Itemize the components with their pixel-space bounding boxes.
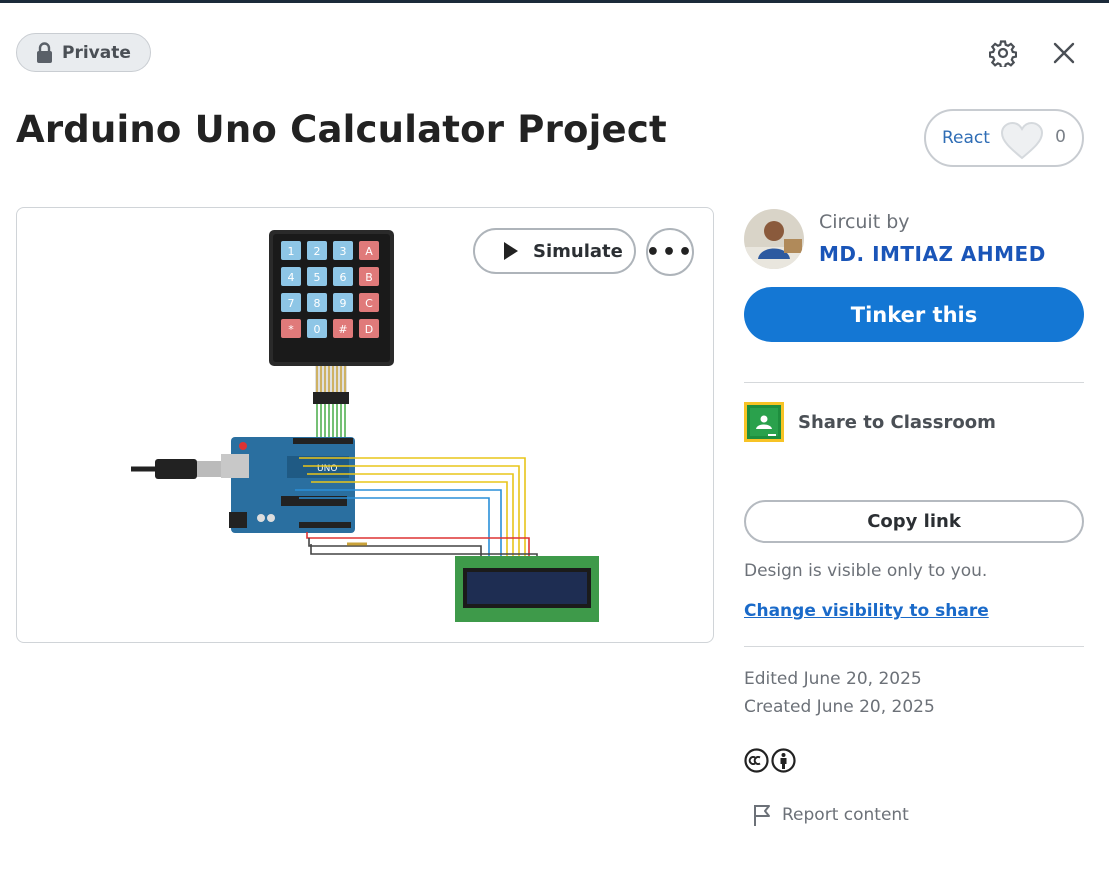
change-visibility-link[interactable]: Change visibility to share xyxy=(744,601,989,621)
keypad-key-label: 3 xyxy=(340,245,347,258)
tinker-this-button[interactable]: Tinker this xyxy=(744,287,1084,342)
react-button[interactable]: React 0 xyxy=(924,109,1084,167)
settings-button[interactable] xyxy=(986,36,1020,70)
keypad-key-label: 5 xyxy=(314,271,321,284)
circuit-by-label: Circuit by xyxy=(819,211,910,233)
keypad-key-label: # xyxy=(338,323,347,336)
visibility-note: Design is visible only to you. xyxy=(744,561,988,581)
more-icon: ••• xyxy=(645,239,695,265)
flag-icon xyxy=(754,805,770,826)
keypad-ribbon xyxy=(313,366,349,440)
keypad-key-label: C xyxy=(365,297,373,310)
keypad-key-label: 9 xyxy=(340,297,347,310)
creative-commons-icon xyxy=(744,748,769,773)
report-content-button[interactable]: Report content xyxy=(752,803,909,827)
avatar-image xyxy=(744,209,804,269)
close-button[interactable] xyxy=(1047,36,1081,70)
keypad-key-label: 7 xyxy=(288,297,295,310)
lcd-display xyxy=(455,556,599,622)
keypad: 1 2 3 A 4 5 6 B 7 8 9 C * 0 # D xyxy=(269,230,394,366)
usb-cable xyxy=(131,459,221,479)
keypad-key-label: * xyxy=(288,323,294,336)
attribution-icon xyxy=(771,748,796,773)
react-count: 0 xyxy=(1055,127,1066,147)
arduino-board: UNO xyxy=(221,437,355,533)
avatar[interactable] xyxy=(744,209,804,269)
play-icon xyxy=(504,242,518,260)
divider xyxy=(744,382,1084,383)
keypad-key-label: B xyxy=(365,271,373,284)
simulate-button[interactable]: Simulate xyxy=(473,228,636,274)
divider xyxy=(744,646,1084,647)
close-icon xyxy=(1053,42,1075,64)
share-to-classroom-label: Share to Classroom xyxy=(798,411,996,433)
share-to-classroom-button[interactable]: Share to Classroom xyxy=(744,402,996,442)
keypad-key-label: 8 xyxy=(314,297,321,310)
report-content-label: Report content xyxy=(782,805,909,825)
privacy-badge[interactable]: Private xyxy=(16,33,151,72)
created-date: Created June 20, 2025 xyxy=(744,697,935,717)
keypad-key-label: 2 xyxy=(314,245,321,258)
circuit-canvas[interactable]: 1 2 3 A 4 5 6 B 7 8 9 C * 0 # D UNO Simu… xyxy=(16,207,714,643)
page-title: Arduino Uno Calculator Project xyxy=(16,108,667,151)
simulate-label: Simulate xyxy=(533,240,623,262)
heart-icon xyxy=(1000,122,1044,160)
keypad-key-label: 6 xyxy=(340,271,347,284)
google-classroom-icon xyxy=(744,402,784,442)
react-label: React xyxy=(942,128,990,148)
copy-link-button[interactable]: Copy link xyxy=(744,500,1084,543)
license-badge[interactable] xyxy=(744,748,796,773)
edited-date: Edited June 20, 2025 xyxy=(744,669,922,689)
top-border xyxy=(0,0,1109,3)
more-options-button[interactable]: ••• xyxy=(646,228,694,276)
gear-icon xyxy=(989,40,1017,67)
keypad-key-label: 1 xyxy=(288,245,295,258)
lock-icon xyxy=(37,41,52,63)
author-name-link[interactable]: MD. IMTIAZ AHMED xyxy=(819,242,1046,266)
keypad-key-label: 0 xyxy=(314,323,321,336)
privacy-label: Private xyxy=(62,42,131,63)
keypad-key-label: A xyxy=(365,245,373,258)
keypad-key-label: 4 xyxy=(288,271,295,284)
keypad-key-label: D xyxy=(365,323,373,336)
